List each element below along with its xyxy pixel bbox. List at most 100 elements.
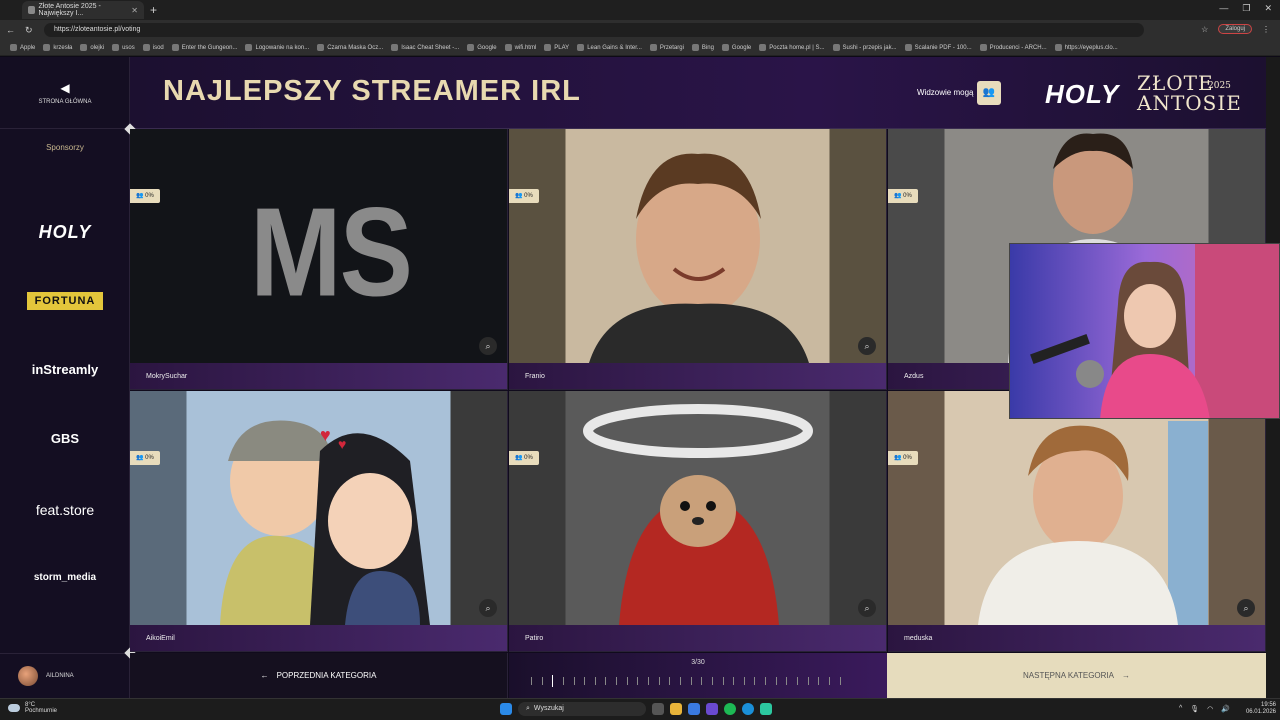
cloud-icon xyxy=(8,704,20,712)
app-icon[interactable] xyxy=(706,703,718,715)
user-profile[interactable]: AILDNINA xyxy=(0,653,130,698)
candidate-card[interactable]: 👥 0% ⌕ Franio xyxy=(509,129,887,390)
bookmark-label: isod xyxy=(152,44,164,51)
chevron-up-icon[interactable]: ^ xyxy=(1179,705,1182,713)
volume-icon[interactable]: 🔊 xyxy=(1221,705,1230,713)
progress-tick xyxy=(733,677,735,685)
sponsor-logo-fortuna[interactable]: FORTUNA xyxy=(0,291,130,310)
bookmark-item[interactable]: Producenci - ARCH... xyxy=(976,44,1051,51)
bookmark-item[interactable]: Przetargi xyxy=(646,44,688,51)
progress-tick xyxy=(626,677,628,685)
clock[interactable]: 19:56 06.01.2026 xyxy=(1246,702,1276,716)
bookmark-item[interactable]: krzesła xyxy=(39,44,76,51)
arrow-left-icon: ← xyxy=(260,671,269,680)
bookmark-item[interactable]: usos xyxy=(108,44,139,51)
fortuna-logo-text: FORTUNA xyxy=(26,292,104,310)
bookmark-item[interactable]: Czarna Maska Ocz... xyxy=(313,44,387,51)
bookmark-label: Przetargi xyxy=(659,44,684,51)
bookmark-label: Logowanie na kon... xyxy=(255,44,310,51)
sponsor-logo-stormmedia[interactable]: storm_media xyxy=(0,572,130,583)
spotify-icon[interactable] xyxy=(724,703,736,715)
next-category-button[interactable]: NASTĘPNA KATEGORIA → xyxy=(887,653,1266,698)
reload-icon[interactable]: ↻ xyxy=(25,25,33,36)
zoom-icon[interactable]: ⌕ xyxy=(858,337,876,355)
bookmark-item[interactable]: olejki xyxy=(76,44,108,51)
sponsor-logo-instreamly[interactable]: inStreamly xyxy=(0,362,130,377)
bookmark-item[interactable]: Apple xyxy=(6,44,39,51)
sponsor-logo-holy[interactable]: HOLY xyxy=(0,222,130,243)
bookmark-item[interactable]: Logowanie na kon... xyxy=(241,44,313,51)
bookmark-item[interactable]: Scalanie PDF - 100... xyxy=(901,44,976,51)
zoom-icon[interactable]: ⌕ xyxy=(1237,599,1255,617)
minimize-icon[interactable]: — xyxy=(1219,3,1228,14)
zoom-icon[interactable]: ⌕ xyxy=(479,599,497,617)
new-tab-button[interactable]: + xyxy=(150,3,157,17)
next-category-label: NASTĘPNA KATEGORIA xyxy=(1023,671,1114,680)
windows-taskbar: 8°C Pochmurnie ⌕ Wyszukaj ^ 🎙 ◠ 🔊 19:56 … xyxy=(0,698,1280,720)
candidate-card[interactable]: MS 👥 0% ⌕ MokrySuchar xyxy=(130,129,508,390)
weather-widget[interactable]: 8°C Pochmurnie xyxy=(8,702,57,714)
edge-icon[interactable] xyxy=(742,703,754,715)
brand-year: 2025 xyxy=(1208,81,1231,91)
bookmark-icon xyxy=(504,44,512,51)
windows-start-icon[interactable] xyxy=(500,703,512,715)
sponsors-title: Sponsorzy xyxy=(46,143,84,152)
bookmark-item[interactable]: https://eyeplus.clo... xyxy=(1051,44,1122,51)
progress-tick xyxy=(754,677,756,685)
close-tab-icon[interactable]: ✕ xyxy=(131,6,138,15)
bookmark-item[interactable]: isod xyxy=(139,44,168,51)
mic-icon[interactable]: 🎙 xyxy=(1190,705,1199,713)
taskbar-search[interactable]: ⌕ Wyszukaj xyxy=(518,702,646,716)
bookmark-label: usos xyxy=(122,44,135,51)
webcam-overlay xyxy=(1009,243,1280,419)
bookmark-item[interactable]: Lean Gains & Inter... xyxy=(573,44,646,51)
task-view-icon[interactable] xyxy=(652,703,664,715)
candidate-card[interactable]: 👥 0% ⌕ Patiro xyxy=(509,391,887,652)
bookmark-label: Isaac Cheat Sheet -... xyxy=(401,44,460,51)
vote-percent: 0% xyxy=(524,455,533,461)
candidate-card[interactable]: ♥ ♥ 👥 0% ⌕ AikoiEmil xyxy=(130,391,508,652)
calculator-icon[interactable] xyxy=(688,703,700,715)
prev-category-button[interactable]: ← POPRZEDNIA KATEGORIA xyxy=(130,653,508,698)
bookmark-item[interactable]: Sushi - przepis jak... xyxy=(829,44,901,51)
bookmark-icon xyxy=(171,44,179,51)
app-icon[interactable] xyxy=(760,703,772,715)
vote-percent-badge: 👥 0% xyxy=(888,189,918,203)
svg-text:♥: ♥ xyxy=(338,436,346,452)
page-header: NAJLEPSZY STREAMER IRL Widzowie mogą 👥 H… xyxy=(130,57,1266,129)
svg-text:♥: ♥ xyxy=(320,425,331,445)
wifi-icon[interactable]: ◠ xyxy=(1207,705,1213,713)
vote-percent: 0% xyxy=(524,193,533,199)
zoom-icon[interactable]: ⌕ xyxy=(479,337,497,355)
menu-icon[interactable]: ⋮ xyxy=(1262,25,1270,34)
bookmark-item[interactable]: Bing xyxy=(688,44,718,51)
vote-percent: 0% xyxy=(145,193,154,199)
bookmark-item[interactable]: wifi.html xyxy=(501,44,541,51)
bookmark-icon xyxy=(142,44,150,51)
bookmark-item[interactable]: Google xyxy=(463,44,500,51)
close-window-icon[interactable]: ✕ xyxy=(1264,3,1272,14)
bookmark-item[interactable]: Enter the Gungeon... xyxy=(168,44,242,51)
bookmark-item[interactable]: Isaac Cheat Sheet -... xyxy=(387,44,463,51)
back-icon[interactable]: ← xyxy=(6,25,15,35)
date: 06.01.2026 xyxy=(1245,709,1276,715)
candidate-name: MokrySuchar xyxy=(130,363,507,389)
candidate-card[interactable]: 👥 0% ⌕ meduska xyxy=(888,391,1266,652)
star-icon[interactable]: ☆ xyxy=(1201,25,1208,34)
bookmark-item[interactable]: Google xyxy=(718,44,755,51)
profile-button[interactable]: Zaloguj xyxy=(1218,24,1252,34)
sponsor-logo-featstore[interactable]: feat.store xyxy=(0,502,130,518)
maximize-icon[interactable]: ❐ xyxy=(1242,3,1250,14)
browser-tab[interactable]: Złote Antosie 2025 - Największy I... ✕ xyxy=(22,1,144,19)
home-link[interactable]: ◀ STRONA GŁÓWNA xyxy=(0,57,130,129)
viewers-users-icon[interactable]: 👥 xyxy=(977,81,1001,105)
bookmark-item[interactable]: PLAY xyxy=(540,44,573,51)
zoom-icon[interactable]: ⌕ xyxy=(858,599,876,617)
bookmark-item[interactable]: Poczta home.pl | S... xyxy=(755,44,828,51)
file-explorer-icon[interactable] xyxy=(670,703,682,715)
bookmark-label: Google xyxy=(477,44,497,51)
sponsor-logo-gbs[interactable]: GBS xyxy=(0,431,130,446)
prev-category-label: POPRZEDNIA KATEGORIA xyxy=(276,671,377,680)
bookmark-label: Bing xyxy=(701,44,714,51)
url-input[interactable]: https://zloteantosie.pl/voting xyxy=(44,23,1144,37)
